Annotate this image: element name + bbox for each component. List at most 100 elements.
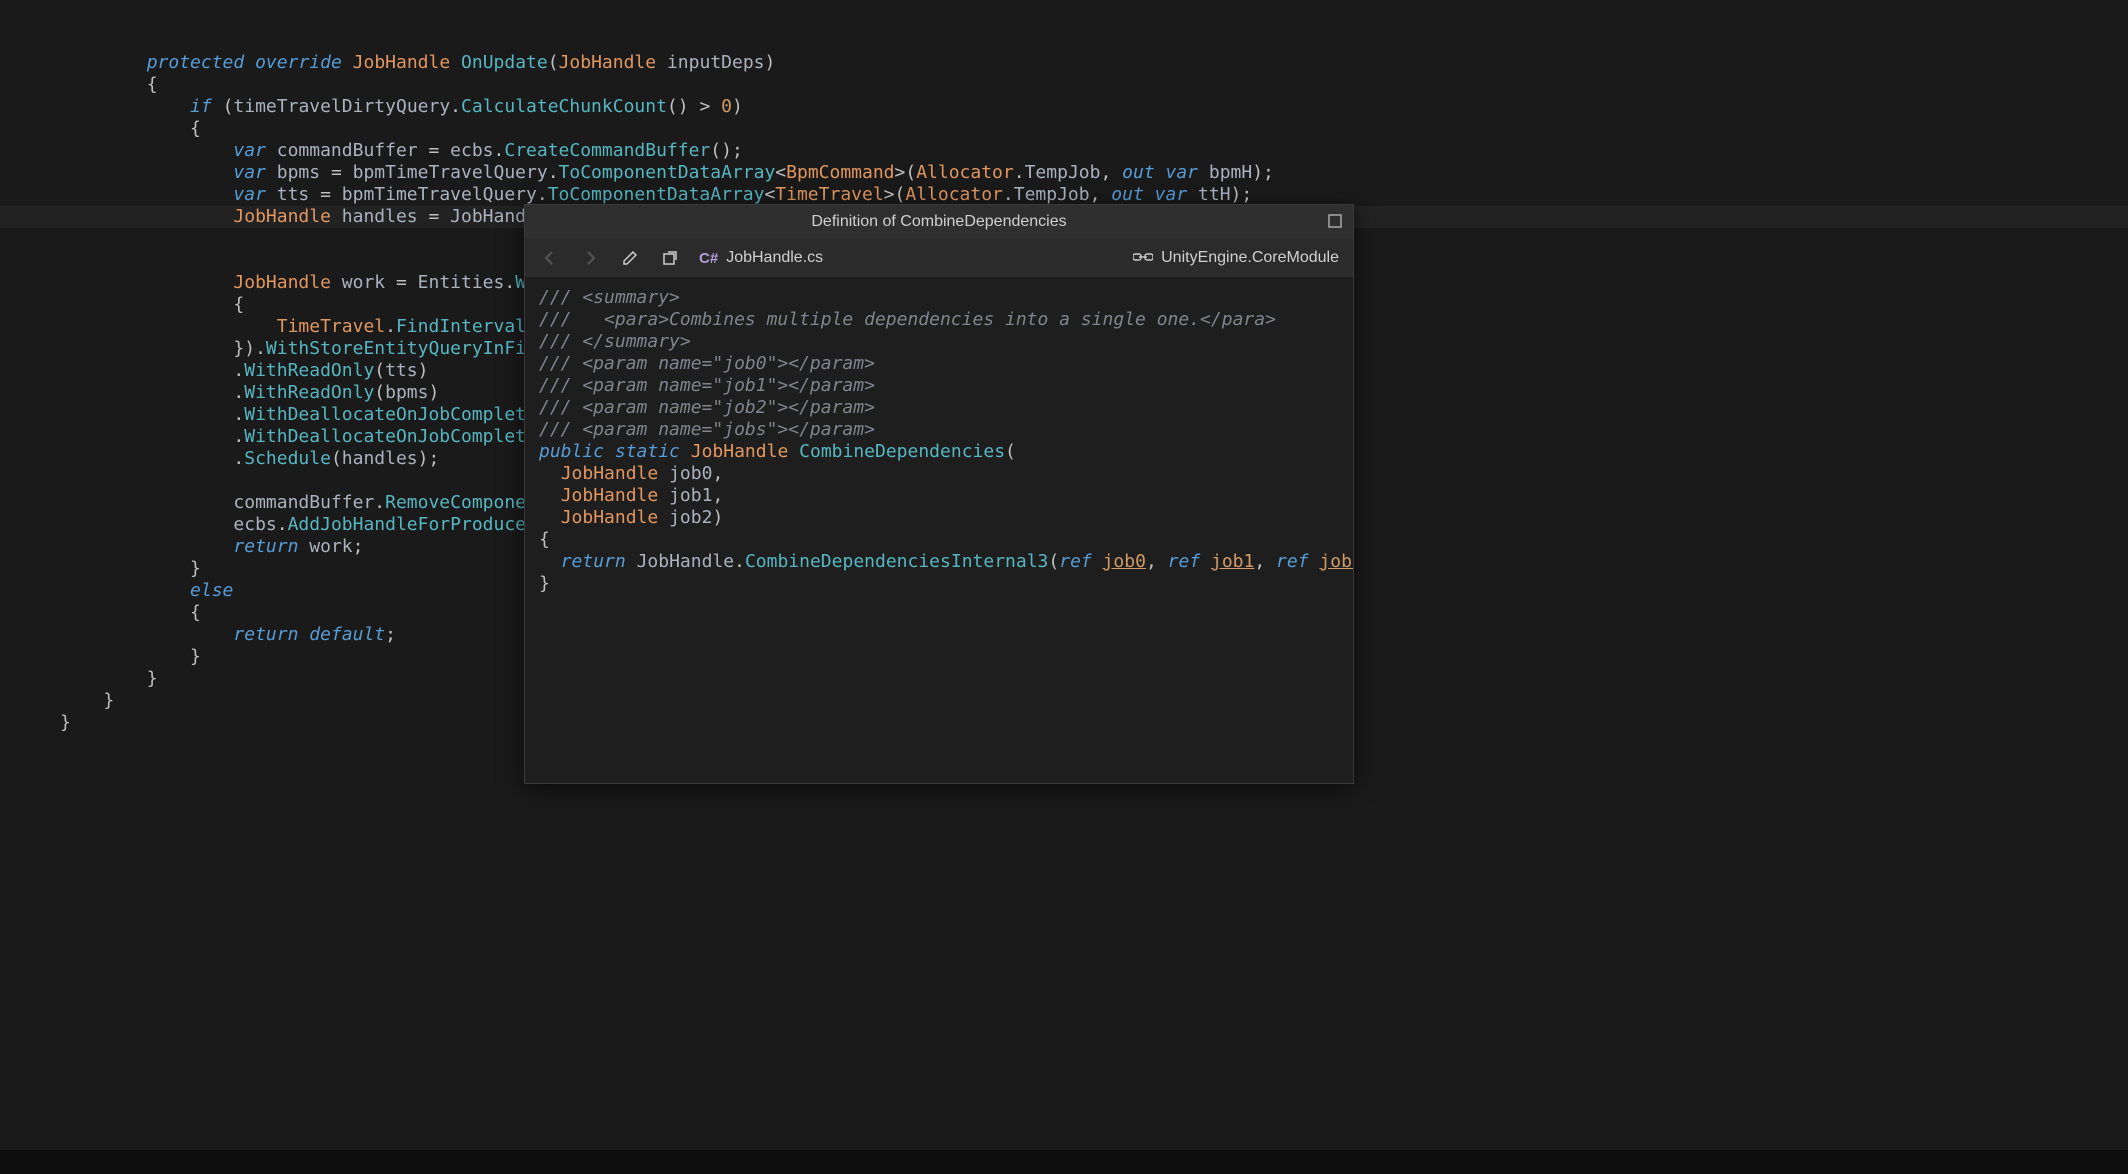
method: CombineDependencies — [799, 441, 1005, 462]
keyword: var — [233, 140, 266, 161]
keyword: return — [233, 536, 298, 557]
code-line: } — [0, 668, 158, 689]
method: WithStoreEntityQueryInField — [266, 338, 559, 359]
brace: } — [190, 646, 201, 667]
identifier: ttH — [1198, 184, 1231, 205]
method: CalculateChunkCount — [461, 96, 667, 117]
brace: } — [539, 573, 550, 594]
popup-filename[interactable]: C# JobHandle.cs — [699, 249, 823, 267]
code-line: { — [0, 74, 158, 95]
identifier: commandBuffer — [233, 492, 374, 513]
method: ToComponentDataArray — [559, 162, 776, 183]
keyword: out — [1111, 184, 1144, 205]
popup-module[interactable]: UnityEngine.CoreModule — [1133, 249, 1339, 267]
type: BpmCommand — [786, 162, 894, 183]
brace: } — [190, 558, 201, 579]
maximize-icon[interactable] — [1327, 213, 1343, 229]
forward-icon[interactable] — [579, 247, 601, 269]
type: JobHandle — [561, 463, 659, 484]
identifier: tts — [385, 360, 418, 381]
back-icon[interactable] — [539, 247, 561, 269]
code-line: var commandBuffer = ecbs.CreateCommandBu… — [0, 140, 743, 161]
identifier: job2 — [1319, 551, 1353, 572]
brace: { — [539, 529, 550, 550]
method: AddJobHandleForProducer — [288, 514, 537, 535]
keyword: var — [1166, 162, 1199, 183]
promote-icon[interactable] — [659, 247, 681, 269]
code-line: { — [0, 118, 201, 139]
popup-body[interactable]: /// <summary> /// <para>Combines multipl… — [525, 277, 1353, 783]
code-line: .Schedule(handles); — [0, 448, 439, 469]
identifier: JobHandle — [637, 551, 735, 572]
property: TempJob — [1025, 162, 1101, 183]
identifier: Entities — [418, 272, 505, 293]
comment: /// <param name="job2"></param> — [539, 397, 875, 418]
code-line — [0, 250, 71, 271]
comment: /// </summary> — [539, 331, 691, 352]
keyword: ref — [1059, 551, 1092, 572]
identifier: job1 — [669, 485, 712, 506]
type: JobHandle — [353, 52, 451, 73]
code-line: } — [0, 690, 114, 711]
code-line: if (timeTravelDirtyQuery.CalculateChunkC… — [0, 96, 743, 117]
identifier: bpmTimeTravelQuery — [342, 184, 537, 205]
operator: > — [699, 96, 710, 117]
method: WithReadOnly — [244, 382, 374, 403]
type: TimeTravel — [775, 184, 883, 205]
keyword: return — [561, 551, 626, 572]
brace: { — [147, 74, 158, 95]
type: Allocator — [905, 184, 1003, 205]
comment: /// <summary> — [539, 287, 680, 308]
brace: }) — [233, 338, 255, 359]
type: JobHandle — [561, 507, 659, 528]
type: JobHandle — [691, 441, 789, 462]
brace: } — [103, 690, 114, 711]
identifier: handles — [342, 448, 418, 469]
keyword: ref — [1168, 551, 1201, 572]
identifier: timeTravelDirtyQuery — [233, 96, 450, 117]
method: ToComponentDataArray — [548, 184, 765, 205]
peek-definition-popup: Definition of CombineDependencies C# Job… — [524, 204, 1354, 784]
brace: } — [60, 712, 71, 733]
code-line: } — [0, 712, 71, 733]
type: JobHandle — [561, 485, 659, 506]
code-line: .WithDeallocateOnJobCompletion(tt — [0, 426, 591, 447]
code-line: } — [0, 558, 201, 579]
method: CombineDependenciesInternal3 — [745, 551, 1048, 572]
identifier: work — [309, 536, 352, 557]
brace: { — [190, 118, 201, 139]
identifier: ecbs — [233, 514, 276, 535]
keyword: ref — [1276, 551, 1309, 572]
code-line: }).WithStoreEntityQueryInField(re — [0, 338, 591, 359]
link-icon — [1133, 249, 1153, 267]
csharp-badge: C# — [699, 250, 718, 267]
identifier: ecbs — [450, 140, 493, 161]
code-line — [0, 470, 71, 491]
code-line: { — [0, 294, 244, 315]
type: Allocator — [916, 162, 1014, 183]
code-line: return work; — [0, 536, 363, 557]
type: JobHandle — [233, 272, 331, 293]
type: JobHandle — [559, 52, 657, 73]
keyword: static — [615, 441, 680, 462]
comment: /// <param name="job0"></param> — [539, 353, 875, 374]
identifier: bpmH — [1209, 162, 1252, 183]
code-line: ecbs.AddJobHandleForProducer(work — [0, 514, 591, 535]
keyword: var — [233, 162, 266, 183]
edit-icon[interactable] — [619, 247, 641, 269]
code-line: .WithReadOnly(bpms) — [0, 382, 439, 403]
keyword: protected — [147, 52, 245, 73]
code-line: return default; — [0, 624, 396, 645]
code-line: .WithDeallocateOnJobCompletion(bp — [0, 404, 591, 425]
identifier: work — [342, 272, 385, 293]
filename-text: JobHandle.cs — [726, 249, 823, 267]
property: TempJob — [1014, 184, 1090, 205]
number: 0 — [721, 96, 732, 117]
keyword: var — [1155, 184, 1188, 205]
identifier: tts — [277, 184, 310, 205]
identifier: job1 — [1211, 551, 1254, 572]
popup-title: Definition of CombineDependencies — [811, 213, 1066, 231]
keyword: out — [1122, 162, 1155, 183]
keyword: override — [255, 52, 342, 73]
code-line: var bpms = bpmTimeTravelQuery.ToComponen… — [0, 162, 1274, 183]
